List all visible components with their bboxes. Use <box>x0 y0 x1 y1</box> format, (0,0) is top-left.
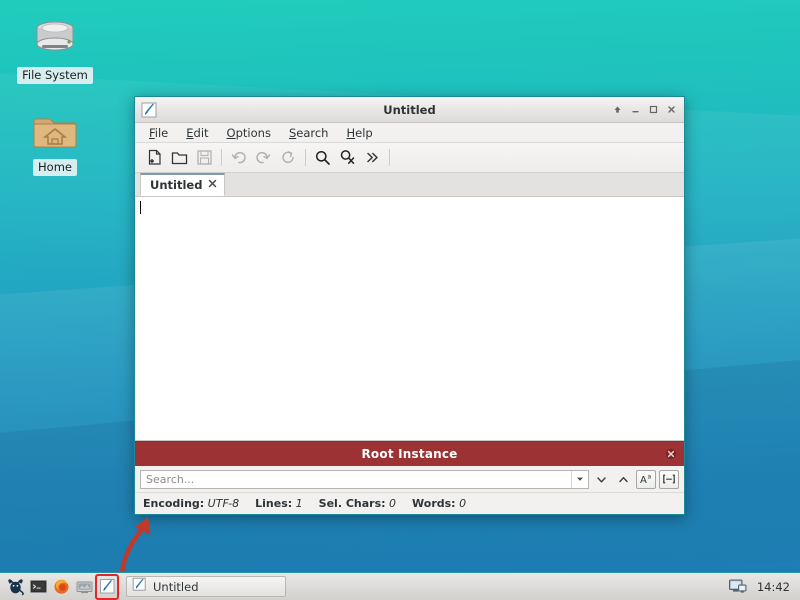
display-settings-icon[interactable] <box>727 576 749 598</box>
status-encoding-label: Encoding: <box>143 497 205 510</box>
whole-word-icon[interactable] <box>659 469 679 489</box>
reload-icon[interactable] <box>276 145 301 170</box>
menubar[interactable]: File Edit Options Search Help <box>135 123 684 143</box>
toolbar-separator <box>221 149 222 166</box>
search-history-dropdown-icon[interactable] <box>571 470 588 488</box>
toolbar[interactable] <box>135 143 684 173</box>
mousepad-window[interactable]: Untitled File Edit Options Search Help U… <box>134 96 685 515</box>
match-case-icon[interactable]: A a <box>636 469 656 489</box>
taskbar-window-label: Untitled <box>153 579 199 594</box>
root-instance-label: Root Instance <box>361 447 458 461</box>
window-title: Untitled <box>383 102 436 117</box>
status-sel-chars-label: Sel. Chars: <box>318 497 386 510</box>
system-tray[interactable]: 14:42 <box>727 576 800 598</box>
open-folder-icon[interactable] <box>167 145 192 170</box>
menu-options[interactable]: Options <box>225 125 273 141</box>
find-next-icon[interactable] <box>592 470 611 489</box>
save-icon[interactable] <box>192 145 217 170</box>
undo-icon[interactable] <box>226 145 251 170</box>
new-file-icon[interactable] <box>142 145 167 170</box>
desktop-icon-label: Home <box>33 159 77 176</box>
tabbar[interactable]: Untitled <box>135 173 684 197</box>
file-manager-icon[interactable] <box>73 575 95 599</box>
desktop-icon-file-system[interactable]: File System <box>9 14 101 84</box>
svg-text:A: A <box>640 475 647 486</box>
search-icon[interactable] <box>310 145 335 170</box>
status-encoding-value: UTF-8 <box>207 497 240 510</box>
menu-search[interactable]: Search <box>287 125 331 141</box>
desktop-icon-home[interactable]: Home <box>9 106 101 176</box>
tab-close-icon[interactable] <box>208 179 217 191</box>
root-instance-close-icon[interactable] <box>665 448 677 460</box>
search-input[interactable] <box>141 472 571 486</box>
mousepad-icon <box>132 577 147 596</box>
status-lines-label: Lines: <box>255 497 293 510</box>
menu-help[interactable]: Help <box>344 125 374 141</box>
find-previous-icon[interactable] <box>614 470 633 489</box>
xfce-mouse-icon[interactable] <box>4 575 26 599</box>
taskbar[interactable]: Untitled 14:42 <box>0 572 800 600</box>
status-lines-value: 1 <box>295 497 303 510</box>
svg-text:a: a <box>648 474 652 481</box>
terminal-icon[interactable] <box>27 575 49 599</box>
toolbar-separator <box>389 149 390 166</box>
taskbar-window-buttons[interactable]: Untitled <box>126 576 286 597</box>
maximize-button[interactable] <box>645 101 662 118</box>
window-titlebar[interactable]: Untitled <box>135 97 684 123</box>
status-words: Words: 0 <box>412 497 466 510</box>
status-encoding: Encoding: UTF-8 <box>143 497 239 510</box>
menu-edit[interactable]: Edit <box>184 125 210 141</box>
firefox-icon[interactable] <box>50 575 72 599</box>
status-words-label: Words: <box>412 497 456 510</box>
desktop-icon-label: File System <box>17 67 93 84</box>
clock[interactable]: 14:42 <box>755 580 792 594</box>
root-instance-bar: Root Instance <box>135 441 684 466</box>
taskbar-window-button-untitled[interactable]: Untitled <box>126 576 286 597</box>
status-sel-chars-value: 0 <box>389 497 397 510</box>
statusbar: Encoding: UTF-8 Lines: 1 Sel. Chars: 0 W… <box>135 492 684 514</box>
status-words-value: 0 <box>459 497 467 510</box>
toolbar-separator <box>305 149 306 166</box>
redo-icon[interactable] <box>251 145 276 170</box>
menu-file[interactable]: File <box>147 125 170 141</box>
desktop[interactable]: File System Home Untitled File Edit Opti… <box>0 0 800 600</box>
status-lines: Lines: 1 <box>255 497 303 510</box>
mousepad-launcher-icon[interactable] <box>95 573 119 600</box>
taskbar-launchers[interactable] <box>0 573 119 600</box>
search-combobox[interactable] <box>140 469 589 489</box>
mousepad-icon <box>140 101 158 119</box>
home-folder-icon <box>9 106 101 156</box>
harddisk-icon <box>9 14 101 64</box>
window-controls[interactable] <box>609 101 680 118</box>
tab-label: Untitled <box>150 178 203 192</box>
overflow-chevron-icon[interactable] <box>360 145 385 170</box>
status-sel-chars: Sel. Chars: 0 <box>319 497 396 510</box>
text-caret <box>140 201 141 214</box>
close-button[interactable] <box>663 101 680 118</box>
tab-untitled[interactable]: Untitled <box>140 173 226 196</box>
find-replace-icon[interactable] <box>335 145 360 170</box>
search-bar[interactable]: A a <box>135 466 684 492</box>
shade-button[interactable] <box>609 101 626 118</box>
text-editor-area[interactable] <box>135 197 684 441</box>
minimize-button[interactable] <box>627 101 644 118</box>
